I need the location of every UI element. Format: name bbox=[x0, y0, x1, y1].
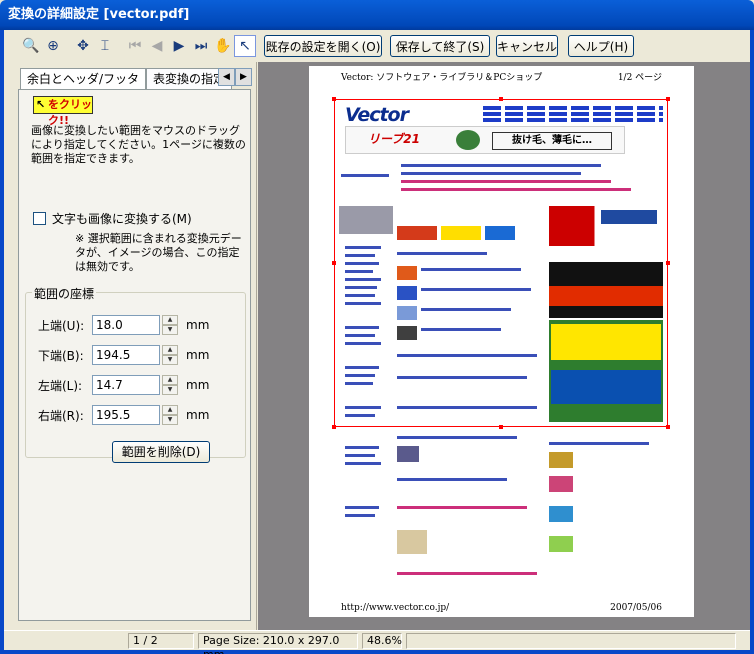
handle-b[interactable] bbox=[499, 425, 503, 429]
hand-tool-icon[interactable]: ✋ bbox=[212, 35, 234, 57]
tab-panel: をクリック!! 画像に変換したい範囲をマウスのドラッグにより指定してください。1… bbox=[18, 89, 251, 621]
zoom-in-icon[interactable]: ⊕ bbox=[42, 35, 64, 57]
first-page-icon[interactable]: ⏮ bbox=[124, 35, 146, 57]
top-unit: mm bbox=[186, 318, 210, 332]
handle-tr[interactable] bbox=[666, 97, 670, 101]
description: 画像に変換したい範囲をマウスのドラッグにより指定してください。1ページに複数の範… bbox=[31, 124, 246, 165]
save-exit-button[interactable]: 保存して終了(S) bbox=[390, 35, 490, 57]
handle-br[interactable] bbox=[666, 425, 670, 429]
page-header-left: Vector: ソフトウェア・ライブラリ＆PCショップ bbox=[341, 73, 543, 83]
status-zoom: 48.6% bbox=[362, 633, 402, 649]
bottom-spinner[interactable]: ▲ ▼ bbox=[162, 345, 178, 365]
top-spinner[interactable]: ▲ ▼ bbox=[162, 315, 178, 335]
last-page-icon[interactable]: ⏭ bbox=[190, 35, 212, 57]
top-label: 上端(U): bbox=[38, 318, 85, 333]
left-spinner[interactable]: ▲ ▼ bbox=[162, 375, 178, 395]
handle-bl[interactable] bbox=[332, 425, 336, 429]
fit-page-icon[interactable]: ✥ bbox=[72, 35, 94, 57]
tab-scroll-right-icon[interactable]: ▶ bbox=[235, 68, 252, 86]
right-field-row: 右端(R): 195.5 ▲ ▼ mm bbox=[38, 405, 209, 425]
tab-scroll: ◀ ▶ bbox=[218, 68, 252, 86]
cancel-button[interactable]: キャンセル bbox=[496, 35, 558, 57]
handle-tl[interactable] bbox=[332, 97, 336, 101]
window-frame-right bbox=[750, 30, 754, 654]
coordinates-group: 範囲の座標 上端(U): 18.0 ▲ ▼ mm 下端(B): 194.5 ▲ ▼ … bbox=[25, 285, 246, 463]
checkbox-label: 文字も画像に変換する(M) bbox=[52, 212, 192, 226]
fit-width-icon[interactable]: ⌶ bbox=[94, 35, 116, 57]
bottom-label: 下端(B): bbox=[38, 348, 84, 363]
left-field-row: 左端(L): 14.7 ▲ ▼ mm bbox=[38, 375, 209, 395]
handle-t[interactable] bbox=[499, 97, 503, 101]
note-text: ※ 選択範囲に含まれる変換元データが、イメージの場合、この指定は無効です。 bbox=[75, 232, 242, 273]
page-footer-right: 2007/05/06 bbox=[610, 603, 662, 613]
status-empty bbox=[406, 633, 736, 649]
tab-strip: 余白とヘッダ/フッタ 表変換の指定 bbox=[20, 68, 233, 90]
tab-scroll-left-icon[interactable]: ◀ bbox=[218, 68, 235, 86]
toolbar: 🔍 ⊕ ✥ ⌶ ⏮ ◀ ▶ ⏭ ✋ ↖ 既存の設定を開く(O) 保存して終了(S… bbox=[4, 30, 750, 62]
window-title: 変換の詳細設定 [vector.pdf] bbox=[0, 0, 754, 30]
right-unit: mm bbox=[186, 408, 210, 422]
help-button[interactable]: ヘルプ(H) bbox=[568, 35, 634, 57]
bottom-input[interactable]: 194.5 bbox=[92, 345, 160, 365]
delete-range-button[interactable]: 範囲を削除(D) bbox=[112, 441, 210, 463]
status-page: 1 / 2 bbox=[128, 633, 194, 649]
select-tool-icon[interactable]: ↖ bbox=[234, 35, 256, 57]
page-footer-left: http://www.vector.co.jp/ bbox=[341, 603, 450, 613]
settings-pane: 余白とヘッダ/フッタ 表変換の指定 ◀ ▶ をクリック!! 画像に変換したい範囲… bbox=[4, 62, 257, 630]
status-page-size: Page Size: 210.0 x 297.0 mm bbox=[198, 633, 358, 654]
page-preview[interactable]: Vector: ソフトウェア・ライブラリ＆PCショップ 1/2 ページ Vect… bbox=[309, 66, 694, 617]
zoom-out-icon[interactable]: 🔍 bbox=[20, 35, 42, 57]
checkbox-icon[interactable] bbox=[33, 212, 46, 225]
open-settings-button[interactable]: 既存の設定を開く(O) bbox=[264, 35, 382, 57]
handle-l[interactable] bbox=[332, 261, 336, 265]
bottom-unit: mm bbox=[186, 348, 210, 362]
left-label: 左端(L): bbox=[38, 378, 83, 393]
top-input[interactable]: 18.0 bbox=[92, 315, 160, 335]
selection-rectangle[interactable] bbox=[334, 99, 668, 427]
group-title: 範囲の座標 bbox=[32, 285, 97, 302]
right-spinner[interactable]: ▲ ▼ bbox=[162, 405, 178, 425]
window-frame-bottom bbox=[0, 650, 754, 654]
right-label: 右端(R): bbox=[38, 408, 84, 423]
status-bar: 1 / 2 Page Size: 210.0 x 297.0 mm 48.6% bbox=[4, 630, 750, 654]
next-page-icon[interactable]: ▶ bbox=[168, 35, 190, 57]
bottom-field-row: 下端(B): 194.5 ▲ ▼ mm bbox=[38, 345, 209, 365]
tab-margins[interactable]: 余白とヘッダ/フッタ bbox=[20, 68, 147, 90]
left-unit: mm bbox=[186, 378, 210, 392]
prev-page-icon[interactable]: ◀ bbox=[146, 35, 168, 57]
click-hint: をクリック!! bbox=[33, 96, 93, 127]
convert-text-checkbox[interactable]: 文字も画像に変換する(M) bbox=[33, 210, 192, 227]
left-input[interactable]: 14.7 bbox=[92, 375, 160, 395]
right-input[interactable]: 195.5 bbox=[92, 405, 160, 425]
page-header-right: 1/2 ページ bbox=[617, 73, 662, 83]
handle-r[interactable] bbox=[666, 261, 670, 265]
preview-pane[interactable]: Vector: ソフトウェア・ライブラリ＆PCショップ 1/2 ページ Vect… bbox=[258, 62, 750, 630]
top-field-row: 上端(U): 18.0 ▲ ▼ mm bbox=[38, 315, 209, 335]
